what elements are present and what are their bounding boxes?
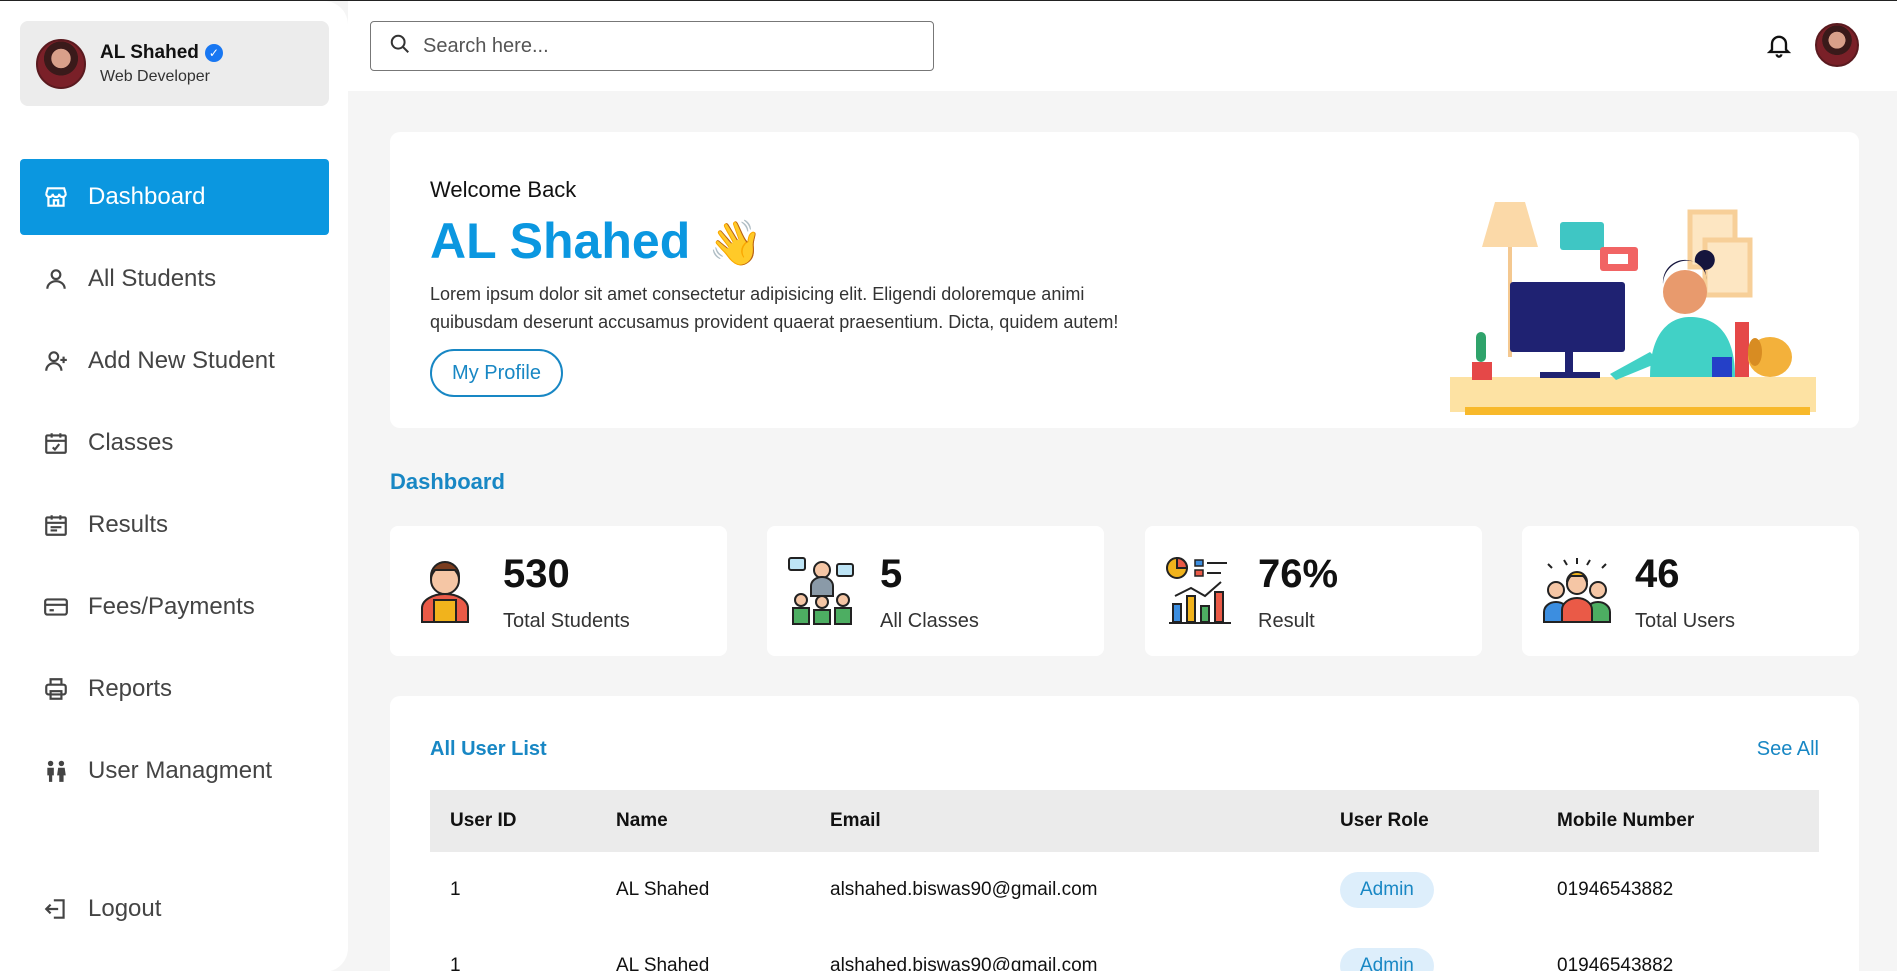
role-badge: Admin — [1340, 872, 1434, 908]
logout-section: Logout — [20, 871, 329, 953]
stat-label: Total Users — [1635, 610, 1736, 632]
column-header-name: Name — [596, 790, 810, 852]
profile-text: AL Shahed ✓ Web Developer — [100, 42, 223, 86]
logout-label: Logout — [88, 895, 162, 922]
sidebar-item-label: Results — [88, 511, 169, 538]
sidebar-item-label: User Managment — [88, 757, 273, 784]
table-header-row: User ID Name Email User Role Mobile Numb… — [430, 790, 1819, 852]
welcome-text: Lorem ipsum dolor sit amet consectetur a… — [430, 284, 1119, 332]
store-icon — [42, 183, 70, 211]
profile-card[interactable]: AL Shahed ✓ Web Developer — [20, 21, 329, 106]
stat-label: Total Students — [503, 610, 630, 632]
column-header-user-id: User ID — [430, 790, 596, 852]
search-icon — [389, 33, 411, 60]
sidebar-item-fees-payments[interactable]: Fees/Payments — [20, 569, 329, 645]
waving-hand-icon: 👋 — [708, 219, 764, 268]
stat-value: 530 — [503, 552, 570, 596]
calendar-list-icon — [42, 511, 70, 539]
sidebar: AL Shahed ✓ Web Developer Dashboard All … — [0, 1, 348, 971]
users-icon — [42, 757, 70, 785]
stat-card-all-classes[interactable]: 5 All Classes — [767, 526, 1104, 656]
see-all-link[interactable]: See All — [1757, 738, 1819, 761]
stat-card-total-students[interactable]: 530 Total Students — [390, 526, 727, 656]
stat-card-total-users[interactable]: 46 Total Users — [1522, 526, 1859, 656]
notification-bell-icon[interactable] — [1765, 31, 1793, 61]
user-list-title: All User List — [430, 738, 547, 760]
student-icon — [421, 561, 469, 623]
cell-mobile-number: 01946543882 — [1557, 955, 1674, 971]
stat-value: 76% — [1258, 552, 1339, 596]
sidebar-item-classes[interactable]: Classes — [20, 405, 329, 481]
cell-user-role: Admin — [1320, 852, 1537, 928]
my-profile-button[interactable]: My Profile — [430, 349, 563, 397]
verified-icon: ✓ — [204, 43, 223, 62]
stat-value: 5 — [880, 552, 903, 596]
column-header-mobile-number: Mobile Number — [1537, 790, 1819, 852]
cell-user-id: 1 — [450, 879, 461, 900]
cell-name: AL Shahed — [616, 955, 710, 971]
cell-email: alshahed.biswas90@gmail.com — [830, 955, 1098, 971]
sidebar-item-user-managment[interactable]: User Managment — [20, 733, 329, 809]
stat-label: All Classes — [880, 610, 979, 632]
role-badge: Admin — [1340, 948, 1434, 971]
sidebar-item-results[interactable]: Results — [20, 487, 329, 563]
search-input[interactable] — [423, 34, 903, 58]
cell-name: AL Shahed — [616, 879, 710, 900]
avatar — [36, 38, 86, 89]
sidebar-item-label: Dashboard — [88, 183, 206, 210]
cell-email: alshahed.biswas90@gmail.com — [830, 879, 1098, 900]
cell-user-role: Admin — [1320, 928, 1537, 971]
welcome-name: AL Shahed 👋 — [430, 212, 763, 270]
user-icon — [42, 265, 70, 293]
stat-card-result[interactable]: 76% Result — [1145, 526, 1482, 656]
table-row[interactable]: 1 AL Shahed alshahed.biswas90@gmail.com … — [430, 852, 1819, 928]
cell-user-id: 1 — [450, 955, 461, 971]
stat-value: 46 — [1635, 552, 1680, 596]
calendar-check-icon — [42, 429, 70, 457]
dashboard-title: Dashboard — [390, 469, 505, 494]
table-row[interactable]: 1 AL Shahed alshahed.biswas90@gmail.com … — [430, 928, 1819, 971]
cell-mobile-number: 01946543882 — [1557, 879, 1674, 900]
sidebar-item-dashboard[interactable]: Dashboard — [20, 159, 329, 235]
user-plus-icon — [42, 347, 70, 375]
stat-label: Result — [1258, 610, 1315, 632]
sidebar-item-add-new-student[interactable]: Add New Student — [20, 323, 329, 399]
topbar — [348, 1, 1897, 91]
user-table: User ID Name Email User Role Mobile Numb… — [430, 790, 1819, 971]
welcome-subtitle: Welcome Back — [430, 177, 577, 202]
sidebar-item-label: Reports — [88, 675, 173, 702]
column-header-email: Email — [810, 790, 1320, 852]
sidebar-item-reports[interactable]: Reports — [20, 651, 329, 727]
credit-card-icon — [42, 593, 70, 621]
column-header-user-role: User Role — [1320, 790, 1537, 852]
sidebar-nav: Dashboard All Students Add New Student C… — [20, 159, 329, 815]
classroom-icon — [788, 557, 854, 625]
sidebar-item-label: Fees/Payments — [88, 593, 255, 620]
chart-icon — [1166, 556, 1231, 624]
printer-icon — [42, 675, 70, 703]
welcome-name-text: AL Shahed — [430, 213, 691, 269]
profile-role: Web Developer — [100, 67, 210, 85]
sidebar-item-label: Add New Student — [88, 347, 275, 374]
welcome-card: Welcome Back AL Shahed 👋 Lorem ipsum dolo… — [390, 132, 1859, 428]
logout-icon — [42, 895, 70, 923]
user-avatar[interactable] — [1815, 23, 1859, 67]
sidebar-item-label: Classes — [88, 429, 174, 456]
sidebar-item-label: All Students — [88, 265, 217, 292]
group-icon — [1543, 558, 1611, 623]
profile-name: AL Shahed — [100, 41, 199, 63]
sidebar-item-all-students[interactable]: All Students — [20, 241, 329, 317]
workspace-illustration — [1450, 202, 1816, 415]
user-list-card: All User List See All User ID Name Email… — [390, 696, 1859, 971]
profile-name-row: AL Shahed ✓ — [100, 42, 223, 64]
logout-button[interactable]: Logout — [20, 871, 329, 947]
search-box[interactable] — [370, 21, 934, 71]
